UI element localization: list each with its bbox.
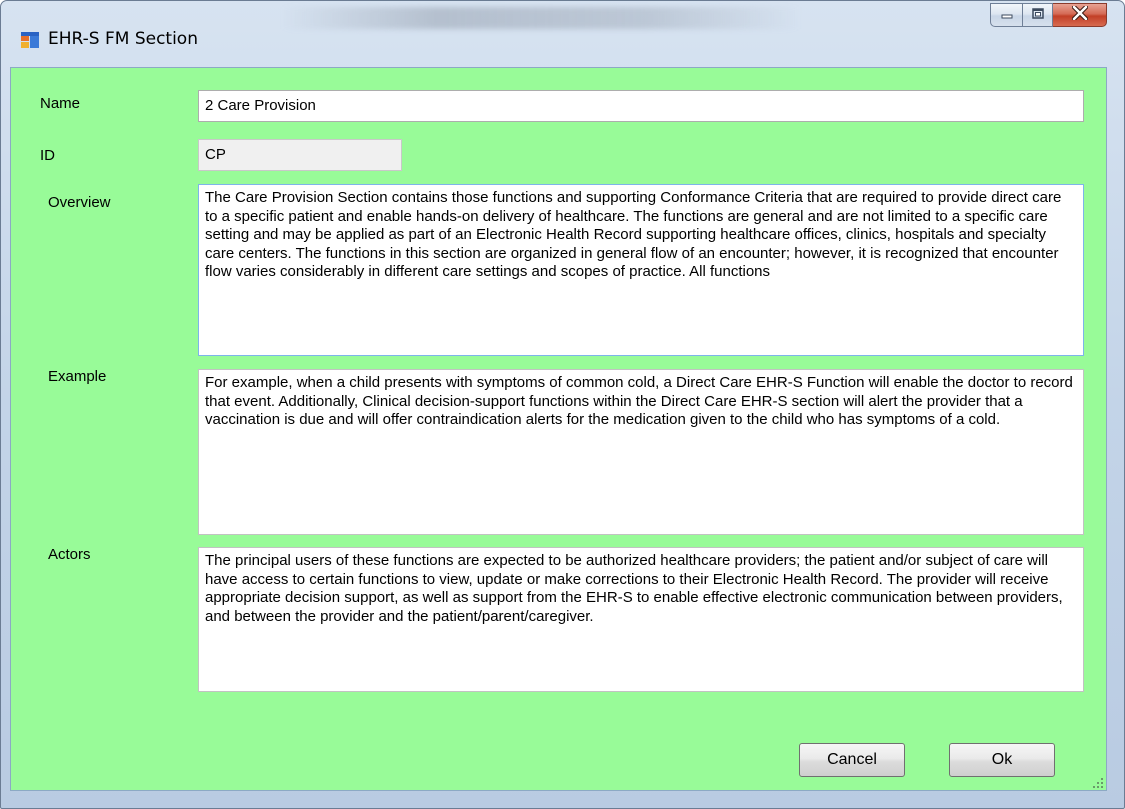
example-label: Example: [48, 368, 107, 385]
resize-grip-icon[interactable]: [1092, 776, 1104, 788]
window-title: EHR-S FM Section: [48, 29, 198, 49]
maximize-icon: [1031, 6, 1044, 24]
close-button[interactable]: [1053, 3, 1107, 27]
minimize-button[interactable]: [990, 3, 1023, 27]
close-icon: [1071, 4, 1088, 25]
actors-label: Actors: [48, 546, 91, 563]
id-field[interactable]: CP: [198, 139, 402, 171]
title-bar[interactable]: EHR-S FM Section: [1, 1, 1124, 61]
overview-label: Overview: [48, 194, 111, 211]
form-panel: Name 2 Care Provision ID CP Overview The…: [10, 67, 1107, 791]
dialog-window: EHR-S FM Section Name 2 Care Provision I…: [0, 0, 1125, 809]
name-label: Name: [40, 95, 81, 112]
minimize-icon: [1001, 6, 1013, 24]
form-window-icon: [21, 32, 39, 48]
name-field[interactable]: 2 Care Provision: [198, 90, 1084, 122]
window-controls: [990, 3, 1107, 27]
id-label: ID: [40, 147, 55, 164]
cancel-button[interactable]: Cancel: [799, 743, 905, 777]
actors-textarea[interactable]: The principal users of these functions a…: [198, 547, 1084, 692]
ok-button[interactable]: Ok: [949, 743, 1055, 777]
overview-textarea[interactable]: The Care Provision Section contains thos…: [198, 184, 1084, 356]
title-bar-background-blur: [281, 7, 801, 29]
maximize-button[interactable]: [1023, 3, 1053, 27]
example-textarea[interactable]: For example, when a child presents with …: [198, 369, 1084, 535]
